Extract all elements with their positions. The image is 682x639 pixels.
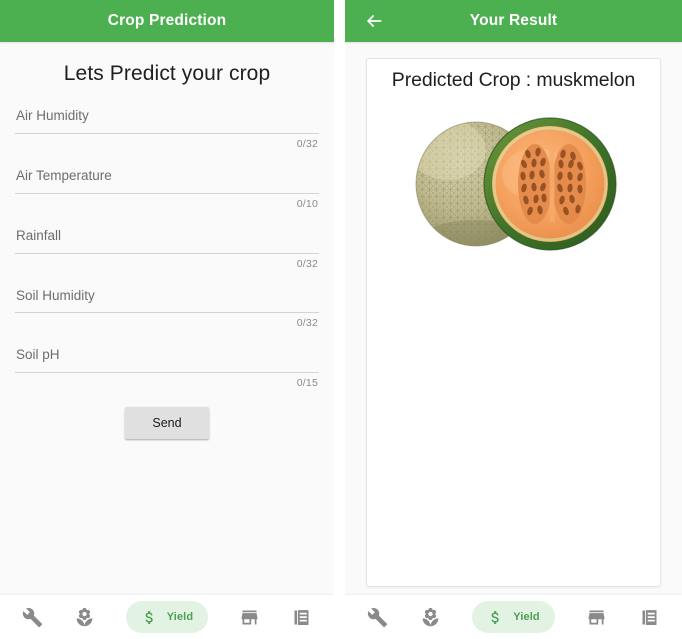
field-label-soil-ph: Soil pH (16, 347, 60, 363)
field-label-air-humidity: Air Humidity (16, 108, 89, 123)
left-appbar: Crop Prediction (0, 0, 334, 42)
nav-item-store[interactable] (239, 601, 260, 633)
result-body: Predicted Crop : muskmelon (345, 42, 682, 595)
field-label-rainfall: Rainfall (16, 227, 62, 243)
nav-item-yield-label: Yield (166, 611, 194, 623)
store-icon (586, 607, 607, 628)
wrench-icon (367, 607, 388, 628)
back-button[interactable] (361, 0, 387, 42)
nav-item-yield[interactable]: Yield (472, 601, 555, 633)
nav-item-yield-label: Yield (513, 611, 540, 623)
result-card: Predicted Crop : muskmelon (366, 58, 661, 587)
left-appbar-title: Crop Prediction (107, 12, 227, 29)
dollar-icon (141, 607, 158, 628)
field-rainfall[interactable]: Rainfall 0/32 (15, 220, 319, 270)
bottom-navigation-left: Yield (0, 595, 334, 639)
store-icon (239, 607, 260, 628)
crop-prediction-screen: Crop Prediction Lets Predict your crop A… (0, 0, 334, 639)
right-appbar: Your Result (345, 0, 682, 42)
predicted-crop-text: Predicted Crop : muskmelon (391, 69, 636, 91)
field-counter-air-humidity: 0/32 (296, 137, 318, 150)
send-button[interactable]: Send (125, 407, 209, 440)
right-appbar-title: Your Result (469, 12, 558, 29)
wrench-icon (22, 607, 43, 628)
document-icon (639, 607, 660, 628)
document-icon (291, 607, 312, 628)
bottom-navigation-right: Yield (345, 595, 682, 639)
field-counter-rainfall: 0/32 (296, 257, 318, 270)
nav-item-tools[interactable] (22, 601, 43, 633)
nav-item-crops[interactable] (420, 601, 441, 633)
prediction-form: Lets Predict your crop Air Humidity 0/32… (0, 42, 334, 595)
field-air-temperature[interactable]: Air Temperature 0/10 (15, 160, 319, 210)
nav-item-tools[interactable] (367, 601, 388, 633)
nav-item-crops[interactable] (74, 601, 95, 633)
muskmelon-photo (367, 98, 660, 262)
nav-item-yield[interactable]: Yield (125, 601, 209, 633)
dollar-icon (487, 607, 504, 628)
field-counter-soil-ph: 0/15 (296, 377, 318, 390)
nav-item-records[interactable] (291, 601, 312, 633)
nav-item-store[interactable] (586, 601, 607, 633)
nav-item-records[interactable] (639, 601, 660, 633)
field-label-air-temperature: Air Temperature (16, 167, 112, 183)
send-button-row: Send (15, 407, 319, 440)
field-counter-air-temperature: 0/10 (296, 197, 318, 210)
field-counter-soil-humidity: 0/32 (296, 317, 318, 330)
field-soil-ph[interactable]: Soil pH 0/15 (15, 339, 319, 389)
result-screen: Your Result Predicted Crop : muskmelon Y… (345, 0, 682, 639)
screen-separator (334, 0, 345, 639)
flower-icon (74, 607, 95, 628)
arrow-left-icon (364, 11, 384, 31)
flower-icon (420, 607, 441, 628)
field-air-humidity[interactable]: Air Humidity 0/32 (15, 100, 319, 150)
page-title: Lets Predict your crop (63, 62, 271, 85)
field-label-soil-humidity: Soil Humidity (16, 287, 95, 303)
dual-screen-container: Crop Prediction Lets Predict your crop A… (0, 0, 682, 639)
field-soil-humidity[interactable]: Soil Humidity 0/32 (15, 280, 319, 330)
